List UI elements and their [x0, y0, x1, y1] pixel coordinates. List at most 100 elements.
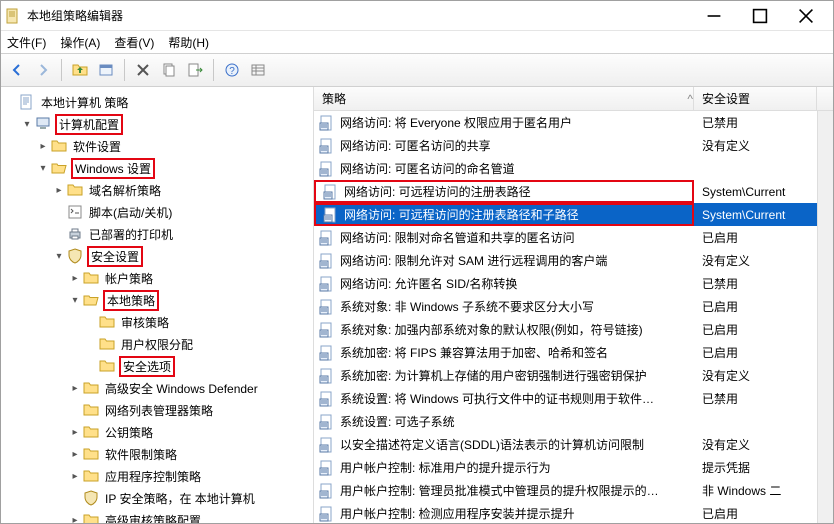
tree-label: 域名解析策略 [87, 181, 163, 200]
list-row[interactable]: 用户帐户控制: 标准用户的提升提示行为提示凭据 [314, 456, 817, 479]
tree-user-rights[interactable]: ▸ 用户权限分配 [83, 333, 313, 355]
list-row[interactable]: 网络访问: 将 Everyone 权限应用于匿名用户已禁用 [314, 111, 817, 134]
chevron-down-icon[interactable]: ▾ [67, 292, 83, 308]
copy-button[interactable] [157, 58, 181, 82]
computer-icon [35, 116, 51, 132]
folder-open-icon [83, 292, 99, 308]
tree-nlm-policies[interactable]: ▸ 网络列表管理器策略 [67, 399, 313, 421]
list-row[interactable]: 网络访问: 允许匿名 SID/名称转换已禁用 [314, 272, 817, 295]
chevron-right-icon[interactable]: ▸ [67, 512, 83, 523]
up-button[interactable] [68, 58, 92, 82]
policy-setting: System\Current [702, 208, 785, 222]
list-row[interactable]: 系统对象: 加强内部系统对象的默认权限(例如，符号链接)已启用 [314, 318, 817, 341]
tree-local-policies[interactable]: ▾ 本地策略 [67, 289, 313, 311]
folder-icon [99, 336, 115, 352]
vertical-scrollbar[interactable] [817, 111, 833, 523]
policy-item-icon [318, 368, 336, 384]
tree-printers[interactable]: ▸ 已部署的打印机 [51, 223, 313, 245]
list-row[interactable]: 系统对象: 非 Windows 子系统不要求区分大小写已启用 [314, 295, 817, 318]
minimize-button[interactable] [691, 1, 737, 31]
tree-name-resolution[interactable]: ▸ 域名解析策略 [51, 179, 313, 201]
policy-setting: 没有定义 [702, 137, 750, 154]
delete-button[interactable] [131, 58, 155, 82]
export-button[interactable] [183, 58, 207, 82]
shield-icon [67, 248, 83, 264]
list-row[interactable]: 网络访问: 可匿名访问的共享没有定义 [314, 134, 817, 157]
tree-public-key[interactable]: ▸ 公钥策略 [67, 421, 313, 443]
list-row[interactable]: 网络访问: 限制允许对 SAM 进行远程调用的客户端没有定义 [314, 249, 817, 272]
folder-icon [83, 270, 99, 286]
list-row[interactable]: 网络访问: 可远程访问的注册表路径System\Current [314, 180, 817, 203]
tree-ipsec[interactable]: ▸ IP 安全策略，在 本地计算机 [67, 487, 313, 509]
policy-name: 系统设置: 将 Windows 可执行文件中的证书规则用于软件… [340, 390, 654, 407]
help-button[interactable]: ? [220, 58, 244, 82]
list-row[interactable]: 系统加密: 为计算机上存储的用户密钥强制进行强密钥保护没有定义 [314, 364, 817, 387]
toolbar-separator [213, 59, 214, 81]
maximize-button[interactable] [737, 1, 783, 31]
chevron-down-icon[interactable]: ▾ [51, 248, 67, 264]
list-row[interactable]: 以安全描述符定义语言(SDDL)语法表示的计算机访问限制没有定义 [314, 433, 817, 456]
chevron-right-icon[interactable]: ▸ [67, 270, 83, 286]
policy-setting: 非 Windows 二 [702, 482, 781, 499]
menu-file[interactable]: 文件(F) [7, 34, 46, 51]
tree-advanced-audit[interactable]: ▸ 高级审核策略配置 [67, 509, 313, 523]
folder-icon [83, 424, 99, 440]
chevron-right-icon[interactable]: ▸ [51, 182, 67, 198]
policy-item-icon [318, 345, 336, 361]
policy-name: 用户帐户控制: 检测应用程序安装并提示提升 [340, 505, 575, 522]
col-policy[interactable]: 策略^ [314, 87, 694, 110]
tree-scripts[interactable]: ▸ 脚本(启动/关机) [51, 201, 313, 223]
chevron-down-icon[interactable]: ▾ [19, 116, 35, 132]
tree-security-settings[interactable]: ▾ 安全设置 [51, 245, 313, 267]
list-row[interactable]: 系统设置: 将 Windows 可执行文件中的证书规则用于软件…已禁用 [314, 387, 817, 410]
menu-action[interactable]: 操作(A) [60, 34, 100, 51]
col-policy-label: 策略 [322, 90, 346, 107]
chevron-right-icon[interactable]: ▸ [67, 446, 83, 462]
tree-label: 软件限制策略 [103, 445, 179, 464]
back-button[interactable] [5, 58, 29, 82]
policy-setting: 没有定义 [702, 436, 750, 453]
list-row[interactable]: 系统设置: 可选子系统 [314, 410, 817, 433]
tree-audit-policy[interactable]: ▸ 审核策略 [83, 311, 313, 333]
tree-app-control[interactable]: ▸ 应用程序控制策略 [67, 465, 313, 487]
tree-account-policies[interactable]: ▸ 帐户策略 [67, 267, 313, 289]
tree-label: 网络列表管理器策略 [103, 401, 215, 420]
tree-defender-firewall[interactable]: ▸ 高级安全 Windows Defender [67, 377, 313, 399]
tree-label: 本地策略 [103, 290, 159, 311]
list-row[interactable]: 网络访问: 限制对命名管道和共享的匿名访问已启用 [314, 226, 817, 249]
tree-root[interactable]: ▾ 本地计算机 策略 [3, 91, 313, 113]
col-setting[interactable]: 安全设置 [694, 87, 817, 110]
tree-windows-settings[interactable]: ▾ Windows 设置 [35, 157, 313, 179]
list-row[interactable]: 用户帐户控制: 检测应用程序安装并提示提升已启用 [314, 502, 817, 523]
list-view-button[interactable] [246, 58, 270, 82]
list-row[interactable]: 网络访问: 可远程访问的注册表路径和子路径System\Current [314, 203, 817, 226]
policy-name: 用户帐户控制: 标准用户的提升提示行为 [340, 459, 551, 476]
tree-pane[interactable]: ▾ 本地计算机 策略 ▾ 计算机配置 [1, 87, 314, 523]
list-row[interactable]: 网络访问: 可匿名访问的命名管道 [314, 157, 817, 180]
menu-help[interactable]: 帮助(H) [168, 34, 209, 51]
list-rows[interactable]: 网络访问: 将 Everyone 权限应用于匿名用户已禁用网络访问: 可匿名访问… [314, 111, 817, 523]
chevron-right-icon[interactable]: ▸ [67, 468, 83, 484]
menu-view[interactable]: 查看(V) [114, 34, 154, 51]
toolbar: ? [1, 53, 833, 87]
policy-name: 系统对象: 加强内部系统对象的默认权限(例如，符号链接) [340, 321, 643, 338]
chevron-right-icon[interactable]: ▸ [35, 138, 51, 154]
folder-icon [83, 468, 99, 484]
tree-computer-config[interactable]: ▾ 计算机配置 [19, 113, 313, 135]
forward-button[interactable] [31, 58, 55, 82]
policy-item-icon [318, 276, 336, 292]
close-button[interactable] [783, 1, 829, 31]
chevron-right-icon[interactable]: ▸ [67, 424, 83, 440]
list-row[interactable]: 系统加密: 将 FIPS 兼容算法用于加密、哈希和签名已启用 [314, 341, 817, 364]
tree-security-options[interactable]: ▸ 安全选项 [83, 355, 313, 377]
policy-name: 系统加密: 为计算机上存储的用户密钥强制进行强密钥保护 [340, 367, 647, 384]
properties-button[interactable] [94, 58, 118, 82]
tree-software-settings[interactable]: ▸ 软件设置 [35, 135, 313, 157]
policy-item-icon [318, 138, 336, 154]
policy-name: 系统设置: 可选子系统 [340, 413, 455, 430]
chevron-right-icon[interactable]: ▸ [67, 380, 83, 396]
chevron-down-icon[interactable]: ▾ [35, 160, 51, 176]
tree-label: 高级安全 Windows Defender [103, 379, 260, 398]
tree-software-restriction[interactable]: ▸ 软件限制策略 [67, 443, 313, 465]
list-row[interactable]: 用户帐户控制: 管理员批准模式中管理员的提升权限提示的…非 Windows 二 [314, 479, 817, 502]
